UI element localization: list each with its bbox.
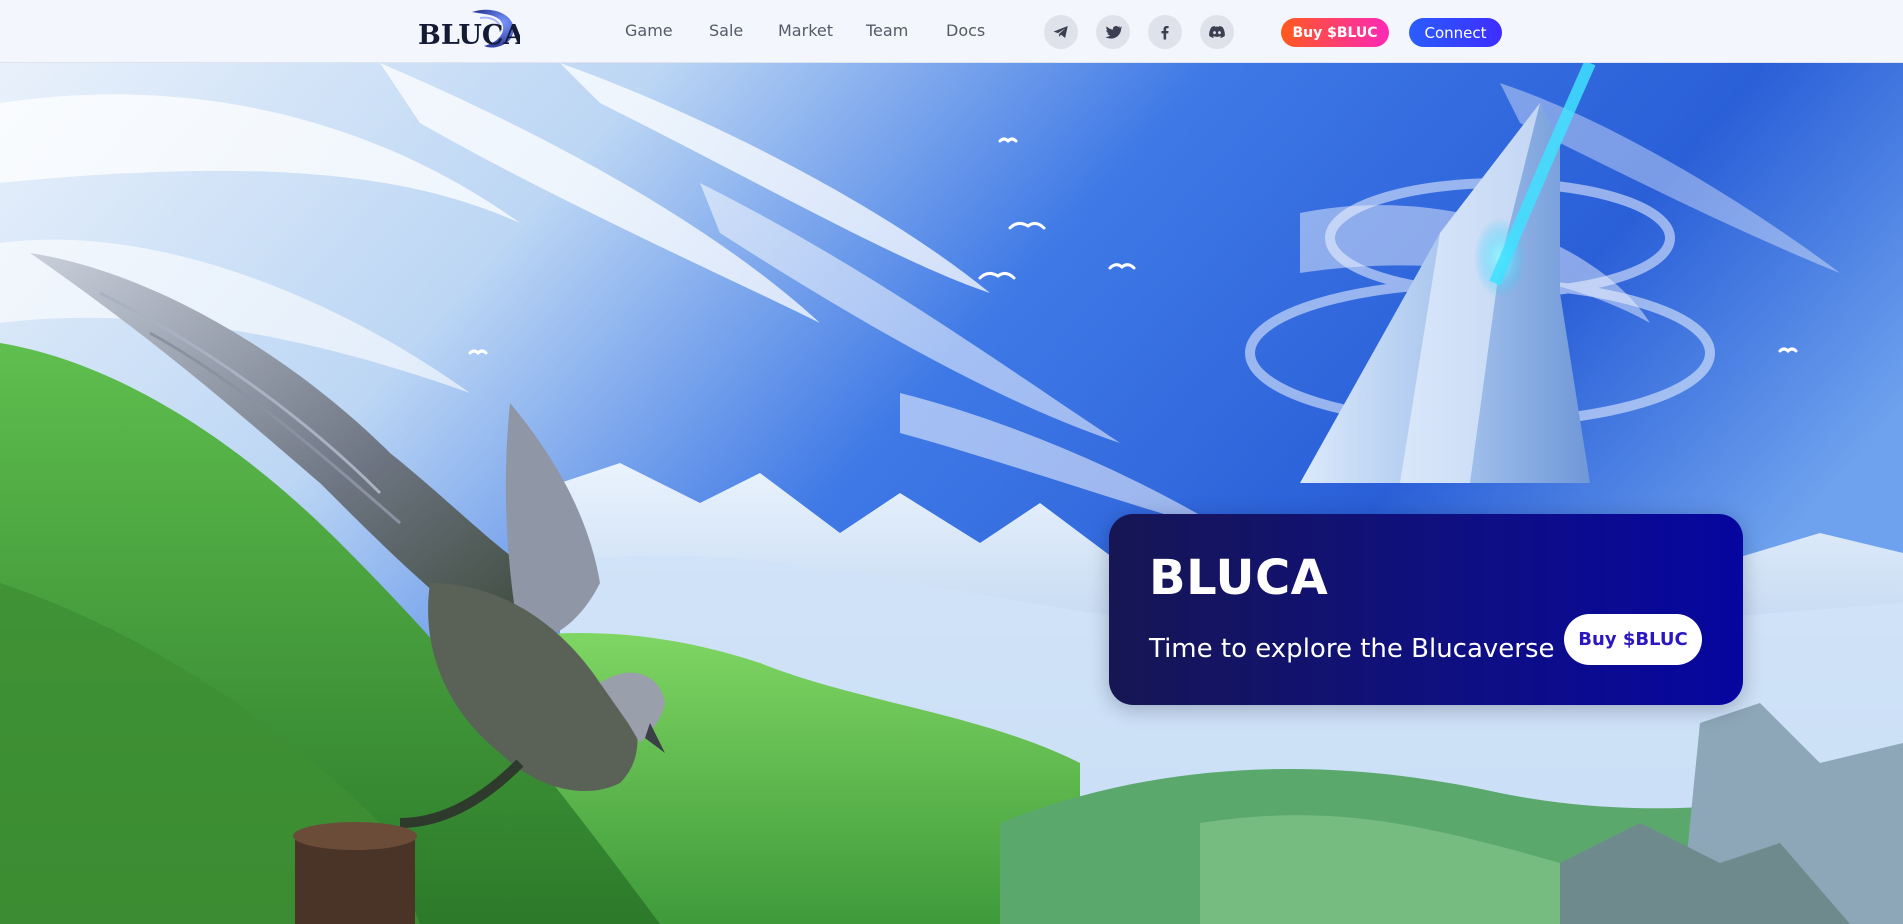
telegram-icon [1053,26,1068,38]
facebook-icon [1161,26,1169,40]
bluca-logo[interactable]: BLUCA [414,6,525,56]
nav-market[interactable]: Market [778,21,833,40]
twitter-icon [1105,25,1122,39]
facebook-button[interactable] [1148,15,1182,49]
hero-subtitle: Time to explore the Blucaverse [1149,634,1555,664]
hero-title: BLUCA [1149,550,1329,606]
nav-sale[interactable]: Sale [709,21,743,40]
top-header: BLUCA Game Sale Market Team Docs Buy $BL… [0,0,1903,63]
connect-wallet-button[interactable]: Connect [1409,18,1502,47]
hero-info-card: BLUCA Time to explore the Blucaverse Buy… [1109,514,1743,705]
discord-button[interactable] [1200,15,1234,49]
discord-icon [1209,26,1225,38]
nav-game[interactable]: Game [625,21,673,40]
nav-docs[interactable]: Docs [946,21,985,40]
hero-section: BLUCA Time to explore the Blucaverse Buy… [0,63,1903,924]
buy-bluc-hero-button[interactable]: Buy $BLUC [1564,614,1702,665]
telegram-button[interactable] [1044,15,1078,49]
svg-text:BLUCA: BLUCA [418,20,520,51]
hero-background-illustration [0,63,1903,924]
buy-bluc-header-button[interactable]: Buy $BLUC [1281,18,1389,47]
twitter-button[interactable] [1096,15,1130,49]
nav-team[interactable]: Team [866,21,908,40]
